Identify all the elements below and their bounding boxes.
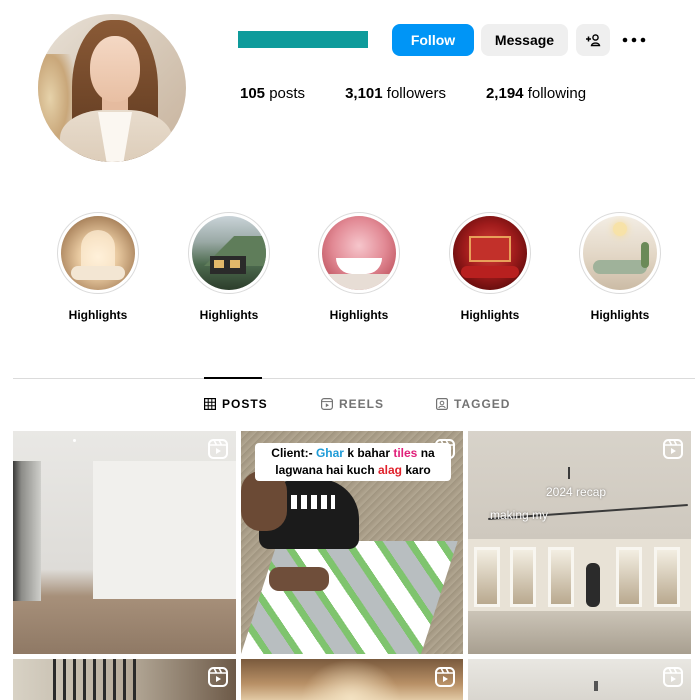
tabs-divider xyxy=(13,378,695,379)
highlight-item[interactable]: Highlights xyxy=(578,212,662,322)
more-icon xyxy=(622,37,646,43)
message-button[interactable]: Message xyxy=(481,24,568,56)
posts-label: posts xyxy=(269,85,306,102)
reel-indicator-icon xyxy=(208,439,228,459)
reel-indicator-icon xyxy=(208,667,228,687)
following-stat[interactable]: 2,194 following xyxy=(486,85,586,102)
tab-reels-label: REELS xyxy=(339,397,385,411)
highlight-ring xyxy=(579,212,661,294)
highlight-cover xyxy=(583,216,657,290)
profile-stats: 105 posts 3,101 followers 2,194 followin… xyxy=(240,85,626,102)
caption-word: tiles xyxy=(393,446,418,460)
highlight-label: Highlights xyxy=(199,308,259,322)
highlight-label: Highlights xyxy=(68,308,128,322)
username-redacted xyxy=(238,31,368,48)
post-tile[interactable] xyxy=(13,431,236,654)
tab-tagged[interactable]: TAGGED xyxy=(436,397,510,411)
highlight-item[interactable]: Highlights xyxy=(317,212,401,322)
post-overlay-text: 2024 recap xyxy=(546,485,607,499)
add-user-icon xyxy=(586,34,601,47)
reel-indicator-icon xyxy=(663,439,683,459)
reel-indicator-icon xyxy=(663,667,683,687)
post-tile[interactable] xyxy=(13,659,236,700)
highlight-ring xyxy=(57,212,139,294)
highlight-cover xyxy=(453,216,527,290)
caption-word: lagwana hai kuch xyxy=(275,463,375,477)
following-count: 2,194 xyxy=(485,85,524,102)
post-overlay-text: making my xyxy=(490,508,549,522)
grid-icon xyxy=(204,398,216,410)
suggest-user-button[interactable] xyxy=(576,24,610,56)
followers-count: 3,101 xyxy=(345,85,383,102)
post-caption: Client:- Ghar k bahar tiles na lagwana h… xyxy=(255,443,451,481)
highlight-label: Highlights xyxy=(329,308,389,322)
active-tab-indicator xyxy=(204,377,262,379)
highlight-cover xyxy=(192,216,266,290)
reel-indicator-icon xyxy=(435,667,455,687)
follow-button[interactable]: Follow xyxy=(392,24,474,56)
highlight-ring xyxy=(449,212,531,294)
following-label: following xyxy=(527,85,587,102)
highlight-label: Highlights xyxy=(460,308,520,322)
tagged-icon xyxy=(436,398,448,410)
tab-posts-label: POSTS xyxy=(222,397,268,411)
highlight-item[interactable]: Highlights xyxy=(56,212,140,322)
highlight-item[interactable]: Highlights xyxy=(187,212,271,322)
post-tile[interactable]: Client:- Ghar k bahar tiles na lagwana h… xyxy=(241,431,463,654)
post-tile[interactable] xyxy=(468,659,691,700)
post-tile[interactable] xyxy=(241,659,463,700)
profile-avatar[interactable] xyxy=(38,14,186,162)
caption-word: alag xyxy=(378,463,403,477)
caption-word: na xyxy=(420,446,435,460)
tab-posts[interactable]: POSTS xyxy=(204,397,268,411)
posts-stat: 105 posts xyxy=(240,85,305,102)
reel-indicator-icon xyxy=(435,439,455,459)
avatar-face xyxy=(90,36,140,102)
highlight-item[interactable]: Highlights xyxy=(448,212,532,322)
highlight-ring xyxy=(318,212,400,294)
reels-icon xyxy=(321,398,333,410)
more-options-button[interactable] xyxy=(618,24,650,56)
tab-reels[interactable]: REELS xyxy=(321,397,384,411)
highlight-cover xyxy=(61,216,135,290)
caption-word: karo xyxy=(405,463,431,477)
followers-label: followers xyxy=(386,85,446,102)
tab-tagged-label: TAGGED xyxy=(454,397,511,411)
followers-stat[interactable]: 3,101 followers xyxy=(345,85,446,102)
highlight-label: Highlights xyxy=(590,308,650,322)
caption-word: Ghar xyxy=(315,446,344,460)
highlight-cover xyxy=(322,216,396,290)
caption-word: Client:- xyxy=(271,446,313,460)
post-tile[interactable]: 2024 recap making my xyxy=(468,431,691,654)
highlight-ring xyxy=(188,212,270,294)
caption-word: k bahar xyxy=(347,446,390,460)
posts-count: 105 xyxy=(240,85,266,102)
